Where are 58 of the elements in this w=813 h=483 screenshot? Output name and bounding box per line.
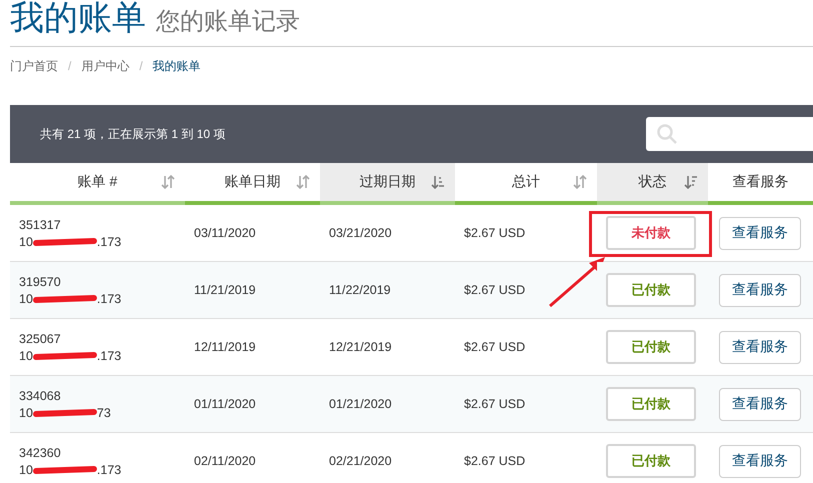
invoice-number: 334068 bbox=[19, 388, 62, 402]
ip-address-fragment: .173 bbox=[96, 348, 122, 362]
invoice-number: 351317 bbox=[19, 218, 62, 232]
column-header[interactable]: 过期日期 bbox=[320, 163, 455, 203]
breadcrumb-link[interactable]: 门户首页 bbox=[10, 58, 58, 74]
column-header[interactable]: 查看服务 bbox=[708, 163, 813, 203]
breadcrumb-separator: / bbox=[139, 59, 143, 73]
sort-icon[interactable] bbox=[296, 175, 310, 189]
view-services-button[interactable]: 查看服务 bbox=[719, 444, 801, 478]
ip-address-fragment: .173 bbox=[96, 462, 122, 476]
table-cell: 02/21/2020 bbox=[320, 432, 455, 483]
view-services-button[interactable]: 查看服务 bbox=[719, 388, 801, 420]
redaction-scribble bbox=[32, 237, 97, 246]
redaction-scribble bbox=[32, 351, 97, 360]
redaction-scribble bbox=[32, 408, 97, 417]
sort-icon[interactable] bbox=[684, 175, 698, 189]
column-header[interactable]: 状态 bbox=[597, 163, 708, 203]
breadcrumb-separator: / bbox=[68, 59, 72, 73]
table-cell: 11/22/2019 bbox=[320, 262, 455, 318]
sort-icon[interactable] bbox=[161, 175, 175, 189]
invoice-number: 342360 bbox=[19, 446, 62, 460]
table-cell: $2.67 USD bbox=[455, 432, 597, 483]
page-title: 我的账单 bbox=[10, 0, 146, 39]
table-info: 共有 21 项，正在展示第 1 到 10 项 bbox=[40, 126, 226, 142]
view-services-button[interactable]: 查看服务 bbox=[719, 274, 801, 306]
status-label: 已付款 bbox=[606, 387, 696, 421]
view-services-button[interactable]: 查看服务 bbox=[719, 330, 801, 364]
redaction-scribble bbox=[32, 294, 97, 303]
sort-icon[interactable] bbox=[573, 175, 587, 189]
status-label: 未付款 bbox=[606, 216, 696, 250]
table-cell: 01/11/2020 bbox=[185, 376, 320, 432]
ip-address-fragment: .173 bbox=[96, 292, 122, 306]
ip-address-fragment: 10 bbox=[19, 348, 33, 362]
table-cell: $2.67 USD bbox=[455, 376, 597, 432]
ip-address-fragment: 10 bbox=[19, 234, 33, 248]
view-services-button[interactable]: 查看服务 bbox=[719, 216, 801, 250]
table-cell: 02/11/2020 bbox=[185, 432, 320, 483]
column-header[interactable]: 账单 # bbox=[10, 163, 185, 203]
ip-address-fragment: 10 bbox=[19, 292, 33, 306]
ip-address-fragment: 10 bbox=[19, 462, 33, 476]
table-cell: $2.67 USD bbox=[455, 262, 597, 318]
search-icon bbox=[656, 123, 678, 145]
table-cell: 01/21/2020 bbox=[320, 376, 455, 432]
ip-address-fragment: 73 bbox=[96, 406, 111, 420]
ip-address-fragment: 10 bbox=[19, 406, 33, 420]
status-label: 已付款 bbox=[606, 330, 696, 364]
ip-address-fragment: .173 bbox=[96, 234, 122, 248]
status-label: 已付款 bbox=[606, 273, 696, 307]
page-subtitle: 您的账单记录 bbox=[156, 7, 300, 37]
redaction-scribble bbox=[32, 465, 97, 474]
table-cell: 11/21/2019 bbox=[185, 262, 320, 318]
search-field[interactable] bbox=[646, 117, 813, 151]
sort-icon[interactable] bbox=[431, 175, 445, 189]
breadcrumb-current: 我的账单 bbox=[152, 58, 201, 74]
status-label: 已付款 bbox=[606, 444, 696, 478]
invoice-number: 325067 bbox=[19, 332, 62, 346]
breadcrumb-link[interactable]: 用户中心 bbox=[81, 58, 130, 74]
invoice-number: 319570 bbox=[19, 274, 62, 288]
